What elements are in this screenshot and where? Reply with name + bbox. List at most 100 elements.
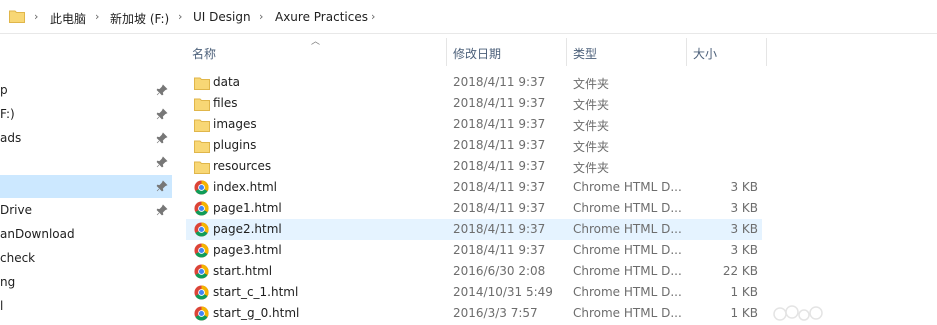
folder-icon — [194, 117, 210, 133]
file-date: 2016/6/30 2:08 — [453, 264, 546, 278]
file-date: 2018/4/11 9:37 — [453, 159, 546, 173]
nav-item[interactable]: anDownload — [0, 223, 172, 246]
chrome-icon — [194, 306, 210, 322]
folder-icon — [194, 159, 210, 175]
file-row[interactable]: files 2018/4/11 9:37 文件夹 — [186, 93, 762, 114]
nav-item[interactable]: l — [0, 295, 172, 318]
nav-item[interactable] — [0, 151, 172, 174]
column-header-size[interactable]: 大小 — [687, 38, 766, 66]
column-header-label: 大小 — [693, 47, 718, 61]
file-type: 文件夹 — [573, 119, 610, 133]
file-row[interactable]: start_g_0.html 2016/3/3 7:57 Chrome HTML D… — [186, 303, 762, 324]
chrome-icon — [194, 285, 210, 301]
nav-item-label: p — [0, 83, 8, 97]
file-date: 2018/4/11 9:37 — [453, 243, 546, 257]
nav-item[interactable]: Drive — [0, 199, 172, 222]
nav-item[interactable]: p — [0, 79, 172, 102]
file-row[interactable]: resources 2018/4/11 9:37 文件夹 — [186, 156, 762, 177]
file-size: 3 KB — [730, 243, 758, 257]
nav-item-label: ng — [0, 275, 16, 289]
file-row[interactable]: plugins 2018/4/11 9:37 文件夹 — [186, 135, 762, 156]
file-row[interactable]: images 2018/4/11 9:37 文件夹 — [186, 114, 762, 135]
pin-icon[interactable] — [156, 156, 168, 168]
file-name: data — [213, 75, 241, 89]
file-row[interactable]: start.html 2016/6/30 2:08 Chrome HTML D...… — [186, 261, 762, 282]
file-type: Chrome HTML D... — [573, 306, 682, 320]
column-header-label: 名称 — [192, 47, 217, 61]
file-size: 3 KB — [730, 222, 758, 236]
folder-icon — [194, 138, 210, 154]
folder-icon — [194, 75, 210, 91]
chevron-right-icon[interactable]: › — [34, 10, 38, 23]
breadcrumb-ui-design[interactable]: UI Design — [193, 10, 251, 24]
file-name: images — [213, 117, 257, 131]
file-row[interactable]: page3.html 2018/4/11 9:37 Chrome HTML D...… — [186, 240, 762, 261]
file-name: page1.html — [213, 201, 282, 215]
nav-item-label: Drive — [0, 203, 32, 217]
column-header-label: 修改日期 — [453, 47, 502, 61]
file-type: 文件夹 — [573, 77, 610, 91]
file-type: 文件夹 — [573, 161, 610, 175]
file-size: 22 KB — [722, 264, 758, 278]
pin-icon[interactable] — [156, 204, 168, 216]
column-header-date[interactable]: 修改日期 — [447, 38, 566, 66]
file-row[interactable]: data 2018/4/11 9:37 文件夹 — [186, 72, 762, 93]
chevron-right-icon[interactable]: › — [259, 10, 263, 23]
breadcrumb-this-pc[interactable]: 此电脑 — [50, 10, 86, 27]
column-header-type[interactable]: 类型 — [567, 38, 686, 66]
file-row[interactable]: start_c_1.html 2014/10/31 5:49 Chrome HTML… — [186, 282, 762, 303]
file-type: Chrome HTML D... — [573, 243, 682, 257]
nav-item-label: check — [0, 251, 36, 265]
file-name: files — [213, 96, 238, 110]
pin-icon[interactable] — [156, 180, 168, 192]
file-size: 3 KB — [730, 201, 758, 215]
chevron-right-icon[interactable]: › — [95, 10, 99, 23]
file-size: 3 KB — [730, 180, 758, 194]
address-bar[interactable]: › 此电脑 › 新加坡 (F:) › UI Design › Axure Pra… — [0, 4, 937, 34]
file-type: Chrome HTML D... — [573, 264, 682, 278]
file-row[interactable]: page2.html 2018/4/11 9:37 Chrome HTML D...… — [186, 219, 762, 240]
pin-icon[interactable] — [156, 108, 168, 120]
breadcrumb-axure-practices[interactable]: Axure Practices — [275, 10, 368, 24]
file-date: 2018/4/11 9:37 — [453, 117, 546, 131]
pin-icon[interactable] — [156, 132, 168, 144]
file-name: resources — [213, 159, 272, 173]
chevron-right-icon[interactable]: › — [371, 10, 375, 23]
file-row[interactable]: page1.html 2018/4/11 9:37 Chrome HTML D...… — [186, 198, 762, 219]
nav-item[interactable]: ng — [0, 271, 172, 294]
nav-item[interactable]: F:) — [0, 103, 172, 126]
file-date: 2018/4/11 9:37 — [453, 138, 546, 152]
file-type: 文件夹 — [573, 98, 610, 112]
column-divider[interactable] — [766, 38, 767, 66]
file-date: 2018/4/11 9:37 — [453, 222, 546, 236]
file-name: start_c_1.html — [213, 285, 299, 299]
breadcrumb-drive-f[interactable]: 新加坡 (F:) — [110, 10, 169, 27]
nav-item-label: ads — [0, 131, 22, 145]
file-size: 1 KB — [730, 285, 758, 299]
pin-icon[interactable] — [156, 84, 168, 96]
nav-item-label: l — [0, 299, 4, 313]
folder-icon — [194, 96, 210, 112]
file-date: 2014/10/31 5:49 — [453, 285, 553, 299]
nav-item[interactable]: check — [0, 247, 172, 270]
file-date: 2018/4/11 9:37 — [453, 201, 546, 215]
chevron-right-icon[interactable]: › — [178, 10, 182, 23]
file-date: 2016/3/3 7:57 — [453, 306, 538, 320]
file-size: 1 KB — [730, 306, 758, 320]
file-date: 2018/4/11 9:37 — [453, 96, 546, 110]
file-type: 文件夹 — [573, 140, 610, 154]
nav-item-selected[interactable] — [0, 175, 172, 198]
chrome-icon — [194, 264, 210, 280]
column-header-name[interactable]: 名称 — [186, 38, 446, 66]
nav-item[interactable]: ads — [0, 127, 172, 150]
navigation-pane: p F:) ads Drive anDownload check ng l — [0, 36, 176, 325]
file-type: Chrome HTML D... — [573, 201, 682, 215]
file-row[interactable]: index.html 2018/4/11 9:37 Chrome HTML D...… — [186, 177, 762, 198]
folder-icon — [9, 9, 25, 26]
watermark-logo — [773, 305, 823, 321]
file-name: page3.html — [213, 243, 282, 257]
file-type: Chrome HTML D... — [573, 285, 682, 299]
file-name: start.html — [213, 264, 273, 278]
file-type: Chrome HTML D... — [573, 180, 682, 194]
file-name: start_g_0.html — [213, 306, 300, 320]
